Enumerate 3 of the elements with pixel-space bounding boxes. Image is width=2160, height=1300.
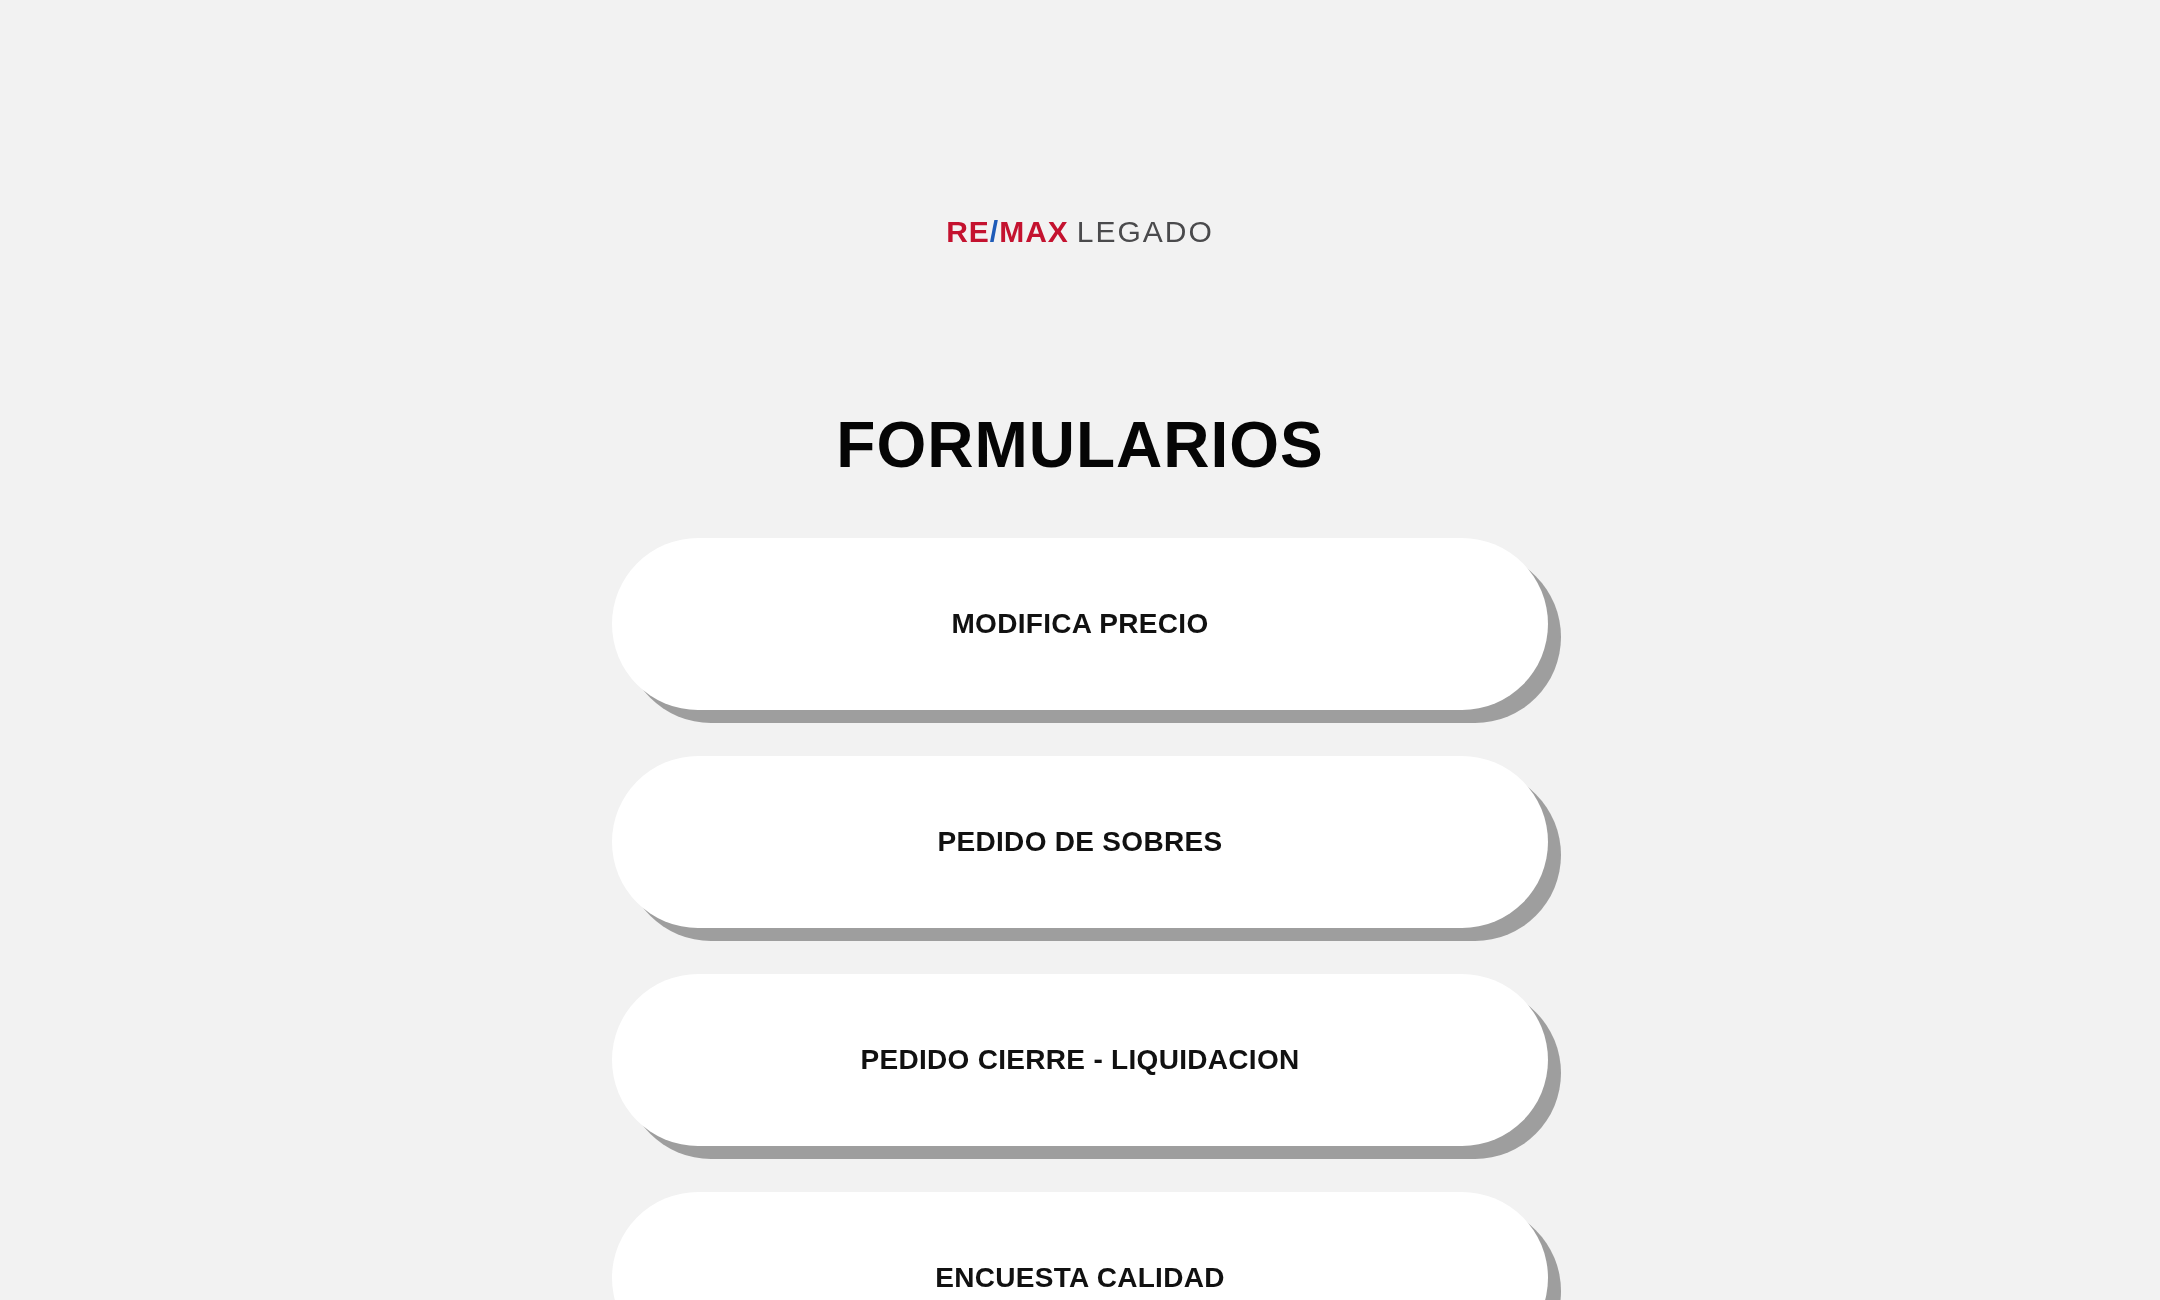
logo-brand: RE/MAX bbox=[946, 214, 1069, 250]
page-title: FORMULARIOS bbox=[836, 408, 1324, 482]
logo-name: LEGADO bbox=[1076, 214, 1214, 250]
